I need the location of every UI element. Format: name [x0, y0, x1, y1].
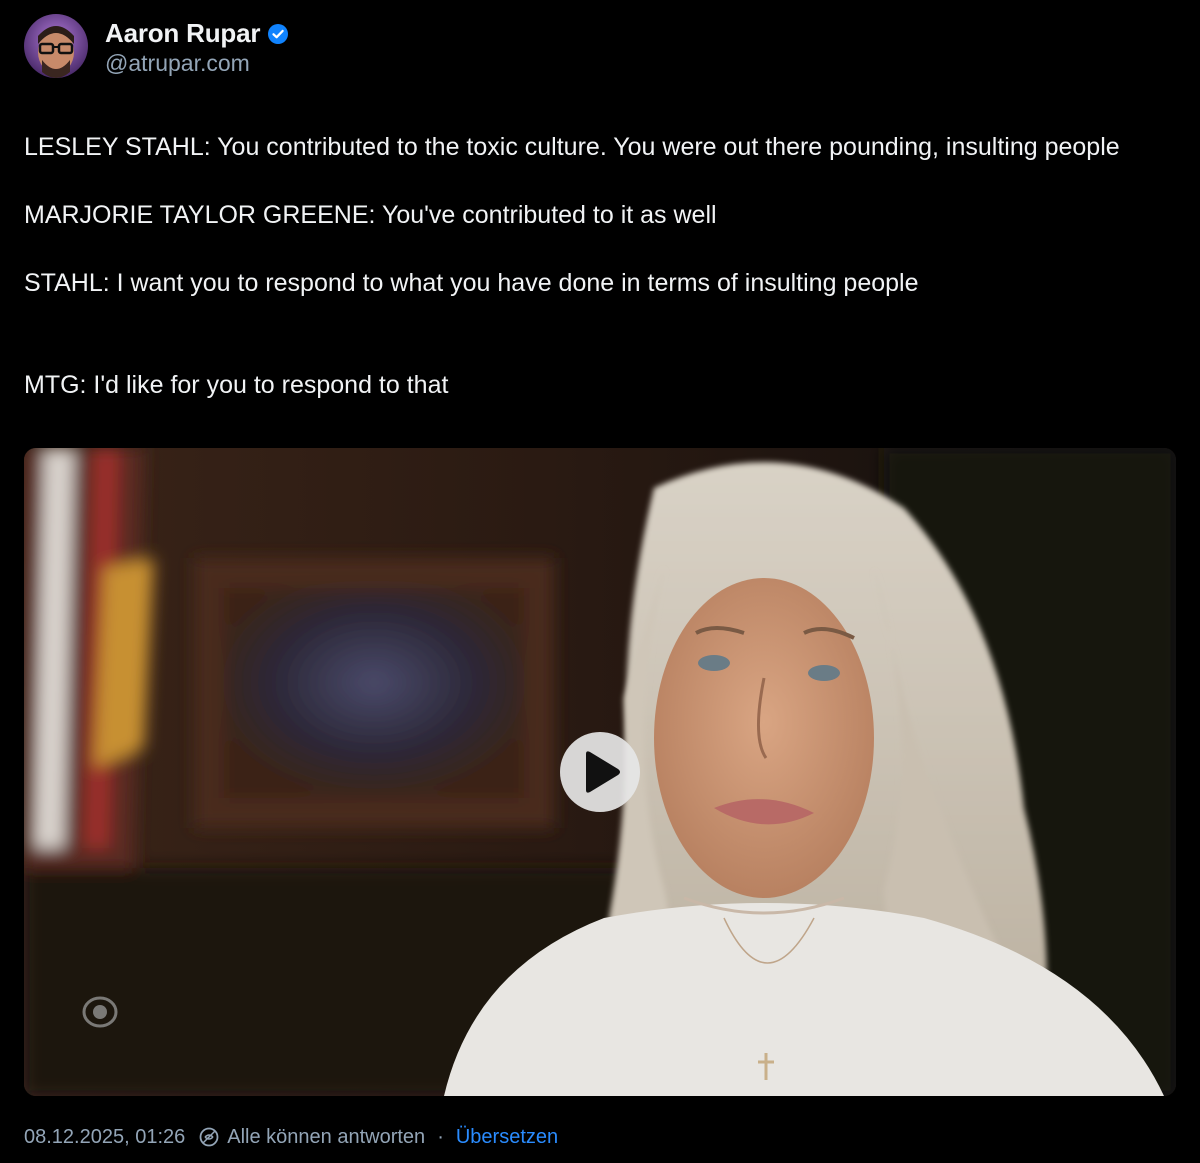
separator-dot: · [437, 1125, 444, 1148]
reply-setting-icon [199, 1127, 219, 1147]
play-button[interactable] [560, 732, 640, 812]
post-text-paragraph: STAHL: I want you to respond to what you… [24, 269, 919, 297]
post-text: LESLEY STAHL: You contributed to the tox… [24, 130, 1174, 402]
post-text-paragraph: MTG: I'd like for you to respond to that [24, 371, 449, 399]
author-info: Aaron Rupar @atrupar.com [105, 16, 289, 77]
post-footer: 08.12.2025, 01:26 Alle können antworten … [24, 1122, 558, 1152]
reply-setting-label: Alle können antworten [227, 1125, 426, 1148]
post-text-paragraph: MARJORIE TAYLOR GREENE: You've contribut… [24, 201, 717, 229]
verified-badge-icon [268, 23, 289, 44]
post: Aaron Rupar @atrupar.com LESLEY STAHL: Y… [0, 0, 1200, 1163]
avatar[interactable] [24, 14, 88, 78]
post-timestamp[interactable]: 08.12.2025, 01:26 [24, 1126, 185, 1149]
post-text-paragraph: LESLEY STAHL: You contributed to the tox… [24, 133, 1120, 161]
post-header: Aaron Rupar @atrupar.com [24, 14, 289, 78]
display-name[interactable]: Aaron Rupar [105, 18, 260, 49]
translate-link[interactable]: Übersetzen [456, 1126, 558, 1149]
video-player[interactable] [24, 448, 1176, 1096]
name-row: Aaron Rupar [105, 16, 289, 52]
play-icon [586, 751, 620, 793]
author-handle[interactable]: @atrupar.com [105, 50, 288, 77]
